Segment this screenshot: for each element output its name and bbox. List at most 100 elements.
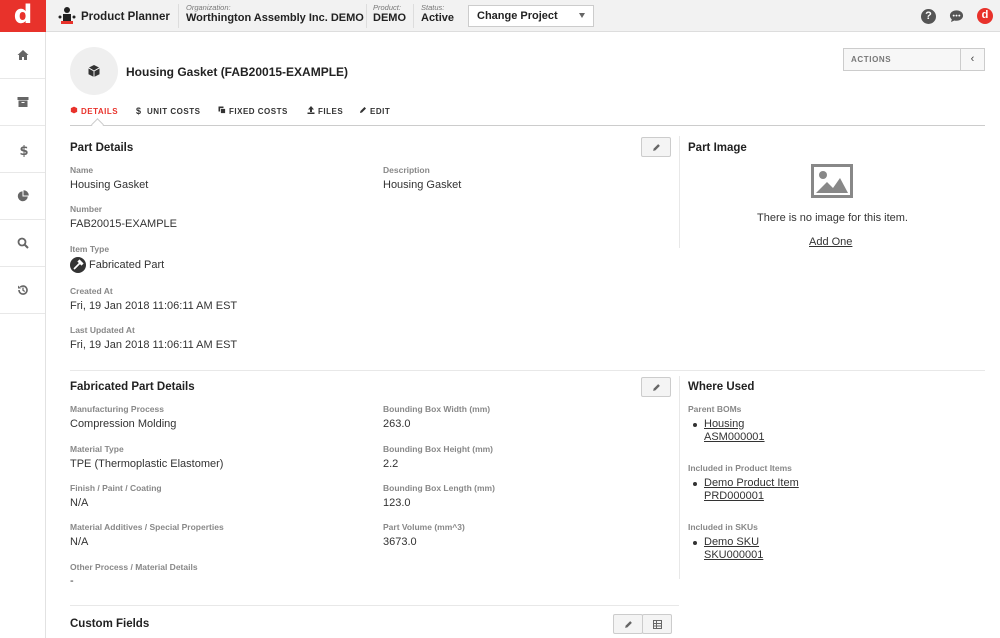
- organization-label: Organization:: [186, 3, 231, 12]
- edit-part-details-button[interactable]: [641, 137, 671, 157]
- divider: [413, 4, 414, 28]
- divider: [178, 4, 179, 28]
- description-label: Description: [383, 165, 430, 175]
- tab-fixed-costs[interactable]: FIXED COSTS: [218, 106, 288, 116]
- tab-files[interactable]: FILES: [307, 106, 343, 116]
- parent-bom-link[interactable]: Housing: [704, 418, 744, 430]
- actions-button[interactable]: ACTIONS ‹: [843, 48, 985, 71]
- bbox-length-label: Bounding Box Length (mm): [383, 483, 495, 493]
- sku-link[interactable]: Demo SKU: [704, 536, 759, 548]
- mfg-process-label: Manufacturing Process: [70, 404, 164, 414]
- app-name: Product Planner: [81, 11, 170, 23]
- chat-icon[interactable]: [949, 9, 964, 24]
- status-info: Status: Active: [421, 3, 454, 25]
- mfg-process-value: Compression Molding: [70, 418, 177, 430]
- list-bullet: [693, 482, 697, 486]
- tab-label: UNIT COSTS: [147, 107, 201, 116]
- pencil-icon: [653, 384, 660, 391]
- chevron-left-icon: ‹: [960, 49, 984, 70]
- sku-id-link[interactable]: SKU000001: [704, 549, 763, 561]
- sidebar-item-home[interactable]: [0, 32, 45, 79]
- edit-fabricated-details-button[interactable]: [641, 377, 671, 397]
- sidebar-item-archive[interactable]: [0, 79, 45, 126]
- section-divider: [70, 370, 985, 371]
- sidebar-item-costs[interactable]: $: [0, 126, 45, 173]
- status-label: Status:: [421, 3, 445, 12]
- product-item-link[interactable]: Demo Product Item: [704, 477, 799, 489]
- page-title: Housing Gasket (FAB20015-EXAMPLE): [126, 65, 349, 79]
- manage-custom-fields-button[interactable]: [642, 614, 672, 634]
- skus-label: Included in SKUs: [688, 522, 758, 532]
- bbox-width-value: 263.0: [383, 418, 411, 430]
- pencil-icon: [625, 621, 632, 628]
- archive-icon: [17, 97, 29, 107]
- part-volume-label: Part Volume (mm^3): [383, 522, 465, 532]
- number-label: Number: [70, 204, 103, 214]
- name-label: Name: [70, 165, 94, 175]
- item-type-label: Item Type: [70, 244, 110, 254]
- item-type-value: Fabricated Part: [89, 259, 165, 271]
- other-details-label: Other Process / Material Details: [70, 562, 198, 572]
- part-image-title: Part Image: [688, 142, 747, 154]
- parent-boms-label: Parent BOMs: [688, 404, 742, 414]
- status-value: Active: [421, 12, 455, 24]
- part-avatar: [70, 47, 118, 95]
- upload-icon: [307, 106, 315, 114]
- created-label: Created At: [70, 286, 113, 296]
- additives-value: N/A: [70, 536, 89, 548]
- sidebar-item-search[interactable]: [0, 220, 45, 267]
- name-value: Housing Gasket: [70, 179, 149, 191]
- tab-details[interactable]: DETAILS: [70, 106, 118, 116]
- user-avatar[interactable]: d: [977, 8, 993, 24]
- pencil-icon: [653, 144, 660, 151]
- material-type-value: TPE (Thermoplastic Elastomer): [70, 458, 224, 470]
- search-icon: [17, 237, 29, 249]
- change-project-label: Change Project: [477, 10, 558, 22]
- section-divider: [70, 605, 679, 606]
- caret-down-icon: [579, 13, 585, 18]
- fabricated-part-icon: [70, 257, 86, 273]
- product-name: DEMO: [373, 12, 406, 24]
- additives-label: Material Additives / Special Properties: [70, 522, 224, 532]
- material-type-label: Material Type: [70, 444, 124, 454]
- history-icon: [18, 285, 28, 295]
- app-logo[interactable]: d: [0, 0, 46, 32]
- divider: [366, 4, 367, 28]
- bbox-width-label: Bounding Box Width (mm): [383, 404, 491, 414]
- tab-edit[interactable]: EDIT: [359, 106, 390, 116]
- tab-label: FIXED COSTS: [229, 107, 288, 116]
- list-bullet: [693, 423, 697, 427]
- tab-label: EDIT: [370, 107, 391, 116]
- product-items-label: Included in Product Items: [688, 463, 792, 473]
- product-item-id-link[interactable]: PRD000001: [704, 490, 764, 502]
- add-image-link[interactable]: Add One: [809, 236, 852, 248]
- where-used-title: Where Used: [688, 381, 755, 393]
- bbox-height-label: Bounding Box Height (mm): [383, 444, 494, 454]
- part-details-title: Part Details: [70, 142, 134, 154]
- parent-bom-id-link[interactable]: ASM000001: [704, 431, 765, 443]
- sidebar-item-reports[interactable]: [0, 173, 45, 220]
- tab-unit-costs[interactable]: $ UNIT COSTS: [136, 106, 200, 116]
- organization-info: Organization: Worthington Assembly Inc. …: [186, 3, 364, 25]
- number-value: FAB20015-EXAMPLE: [70, 218, 178, 230]
- dollar-icon: $: [136, 106, 142, 116]
- description-value: Housing Gasket: [383, 179, 462, 191]
- pie-chart-icon: [17, 190, 29, 202]
- bbox-length-value: 123.0: [383, 497, 411, 509]
- help-icon[interactable]: ?: [921, 9, 936, 24]
- edit-custom-fields-button[interactable]: [613, 614, 643, 634]
- tab-label: DETAILS: [81, 107, 119, 116]
- product-info: Product: DEMO: [373, 3, 406, 25]
- updated-label: Last Updated At: [70, 325, 135, 335]
- change-project-select[interactable]: Change Project: [468, 5, 594, 27]
- sidebar-item-history[interactable]: [0, 267, 45, 314]
- cube-icon: [88, 65, 100, 77]
- product-label: Product:: [373, 3, 401, 12]
- image-placeholder-icon: [811, 164, 853, 198]
- updated-value: Fri, 19 Jan 2018 11:06:11 AM EST: [70, 339, 238, 351]
- column-divider: [679, 376, 680, 579]
- actions-label: ACTIONS: [851, 55, 892, 64]
- dollar-icon: $: [20, 144, 29, 157]
- bbox-height-value: 2.2: [383, 458, 399, 470]
- column-divider: [679, 136, 680, 248]
